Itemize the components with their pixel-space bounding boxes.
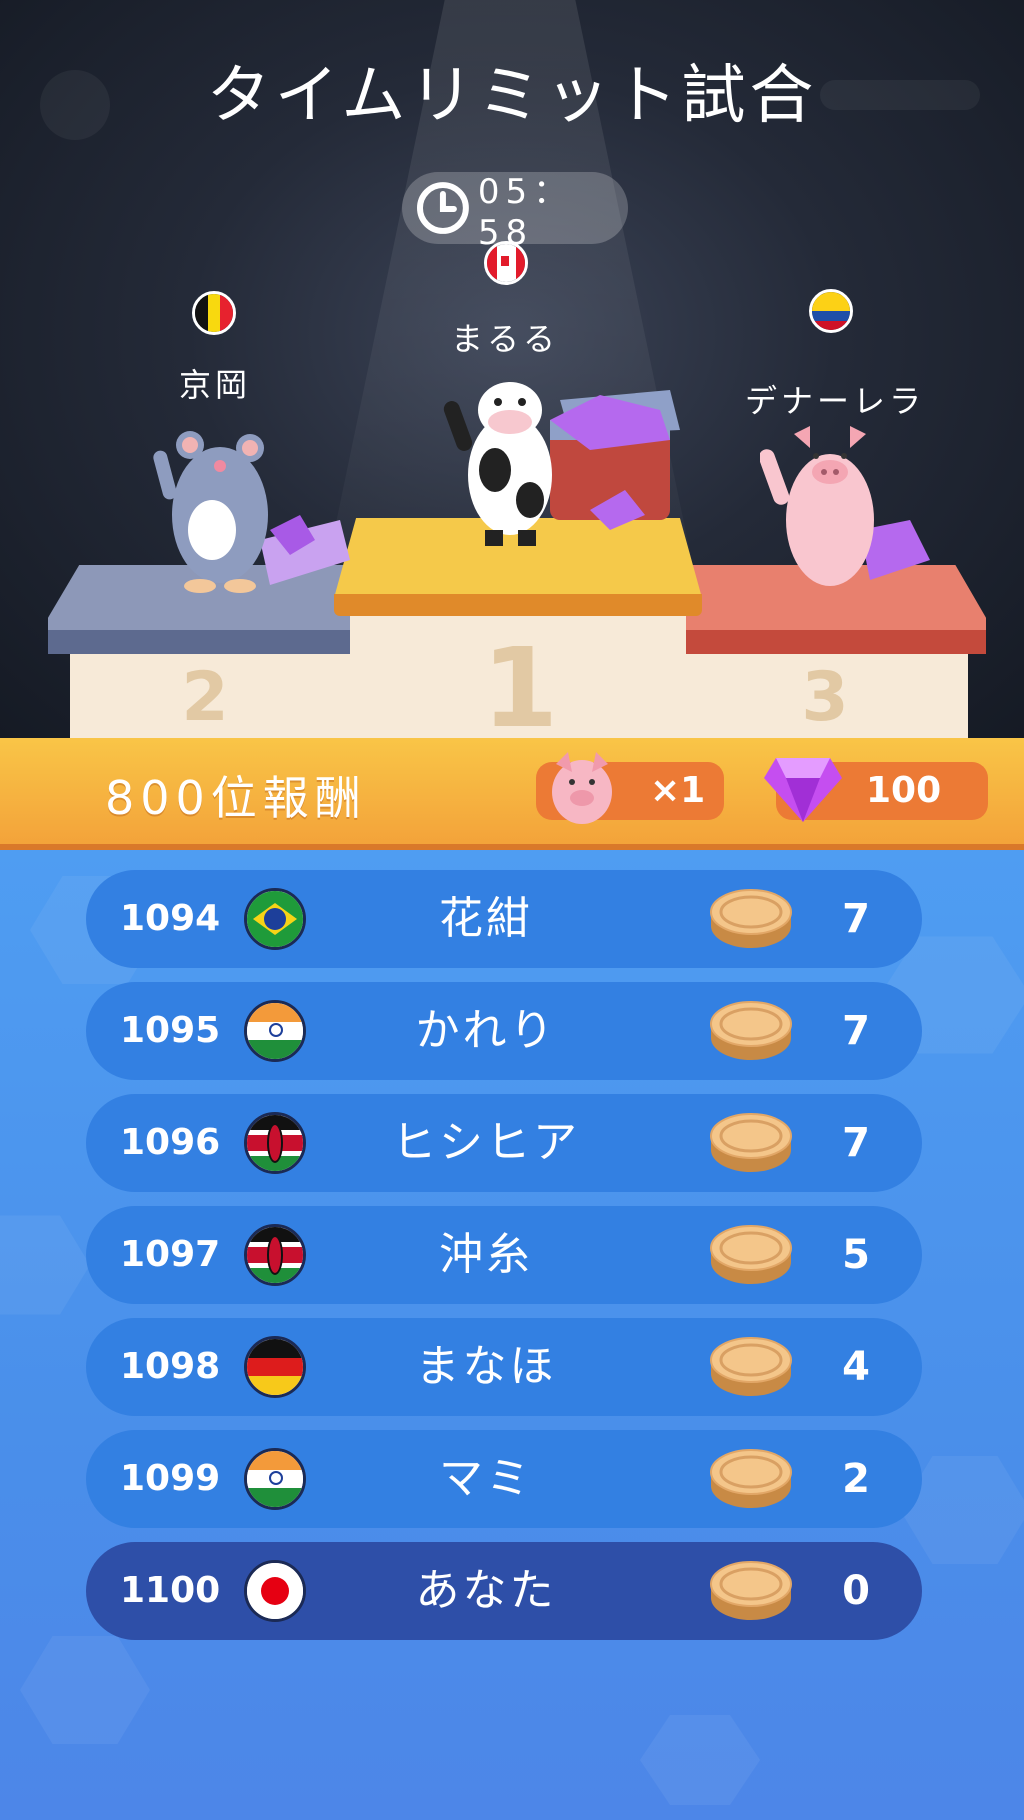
row-player-name: 沖糸 <box>439 1229 533 1280</box>
row-score: 0 <box>842 1568 870 1614</box>
leaderboard[interactable]: 1094 花紺 7 1095 かれり 7 1096 ヒシヒア 7 1097 沖糸… <box>0 850 1024 1820</box>
podium-name-first: まるる <box>450 320 559 358</box>
podium-name-second: 京岡 <box>178 366 251 404</box>
podium-second-edge <box>48 630 360 654</box>
row-rank: 1094 <box>120 898 221 939</box>
coin-icon <box>710 1561 792 1620</box>
row-score: 7 <box>842 1120 870 1166</box>
podium-third-edge <box>680 630 986 654</box>
bg-hexagon <box>20 1636 150 1744</box>
pig-reward-pill: ×1 <box>536 752 724 824</box>
flag-belgium-icon <box>192 291 236 335</box>
row-rank: 1099 <box>120 1458 221 1499</box>
row-player-name: かれり <box>415 1005 557 1056</box>
bg-hexagon <box>0 1215 90 1315</box>
podium-stage: タイムリミット試合 05：58 2 3 1 京岡 まるる デナーレラ <box>0 0 1024 740</box>
coin-icon <box>710 1449 792 1508</box>
coin-icon <box>710 1337 792 1396</box>
gem-reward-count: 100 <box>866 770 942 811</box>
mouse-character <box>153 431 350 593</box>
row-score: 4 <box>842 1344 870 1390</box>
coin-icon <box>710 1113 792 1172</box>
leaderboard-row[interactable]: 1096 ヒシヒア 7 <box>86 1094 922 1192</box>
row-score: 7 <box>842 1008 870 1054</box>
row-player-name: 花紺 <box>439 893 533 944</box>
gem-reward-pill: 100 <box>764 758 988 822</box>
bg-hexagon <box>640 1715 760 1805</box>
leaderboard-row[interactable]: 1095 かれり 7 <box>86 982 922 1080</box>
pig-reward-count: ×1 <box>650 770 706 811</box>
leaderboard-row[interactable]: 1097 沖糸 5 <box>86 1206 922 1304</box>
row-rank: 1100 <box>120 1570 221 1611</box>
row-player-name: まなほ <box>415 1341 557 1392</box>
row-score: 7 <box>842 896 870 942</box>
row-rank: 1098 <box>120 1346 221 1387</box>
flag-kenya-icon <box>244 1224 306 1286</box>
flag-colombia-icon <box>809 289 853 333</box>
gem-icon <box>764 758 842 822</box>
rank-reward-bar: 800位報酬 ×1 100 <box>0 738 1024 850</box>
row-player-name: マミ <box>439 1453 533 1504</box>
leaderboard-row[interactable]: 1098 まなほ 4 <box>86 1318 922 1416</box>
podium-third-number: 3 <box>801 658 849 737</box>
reward-label: 800位報酬 <box>105 771 367 825</box>
flag-india-icon <box>244 1000 306 1062</box>
timer-text: 05：58 <box>477 171 574 253</box>
leaderboard-row[interactable]: 1099 マミ 2 <box>86 1430 922 1528</box>
page-title: タイムリミット試合 <box>206 59 818 133</box>
leaderboard-row-self[interactable]: 1100 あなた 0 <box>86 1542 922 1640</box>
row-player-name: ヒシヒア <box>392 1117 580 1168</box>
row-score: 2 <box>842 1456 870 1502</box>
flag-germany-icon <box>244 1336 306 1398</box>
coin-icon <box>710 1225 792 1284</box>
flag-japan-icon <box>244 1560 306 1622</box>
podium-second-number: 2 <box>181 658 229 737</box>
flag-canada-icon <box>484 241 528 285</box>
row-rank: 1097 <box>120 1234 221 1275</box>
clock-icon <box>416 182 469 234</box>
podium-first-edge <box>334 594 702 616</box>
coin-icon <box>710 1001 792 1060</box>
cow-character <box>443 382 680 546</box>
row-player-name: あなた <box>415 1565 557 1616</box>
row-rank: 1095 <box>120 1010 221 1051</box>
podium-name-third: デナーレラ <box>744 382 925 420</box>
pig-character <box>760 426 930 586</box>
match-timer: 05：58 <box>402 172 628 253</box>
flag-india-icon <box>244 1448 306 1510</box>
leaderboard-row[interactable]: 1094 花紺 7 <box>86 870 922 968</box>
pig-reward-icon <box>552 752 612 824</box>
row-score: 5 <box>842 1232 870 1278</box>
flag-brazil-icon <box>244 888 306 950</box>
row-rank: 1096 <box>120 1122 221 1163</box>
coin-icon <box>710 889 792 948</box>
flag-kenya-icon <box>244 1112 306 1174</box>
podium-first-number: 1 <box>481 624 559 740</box>
